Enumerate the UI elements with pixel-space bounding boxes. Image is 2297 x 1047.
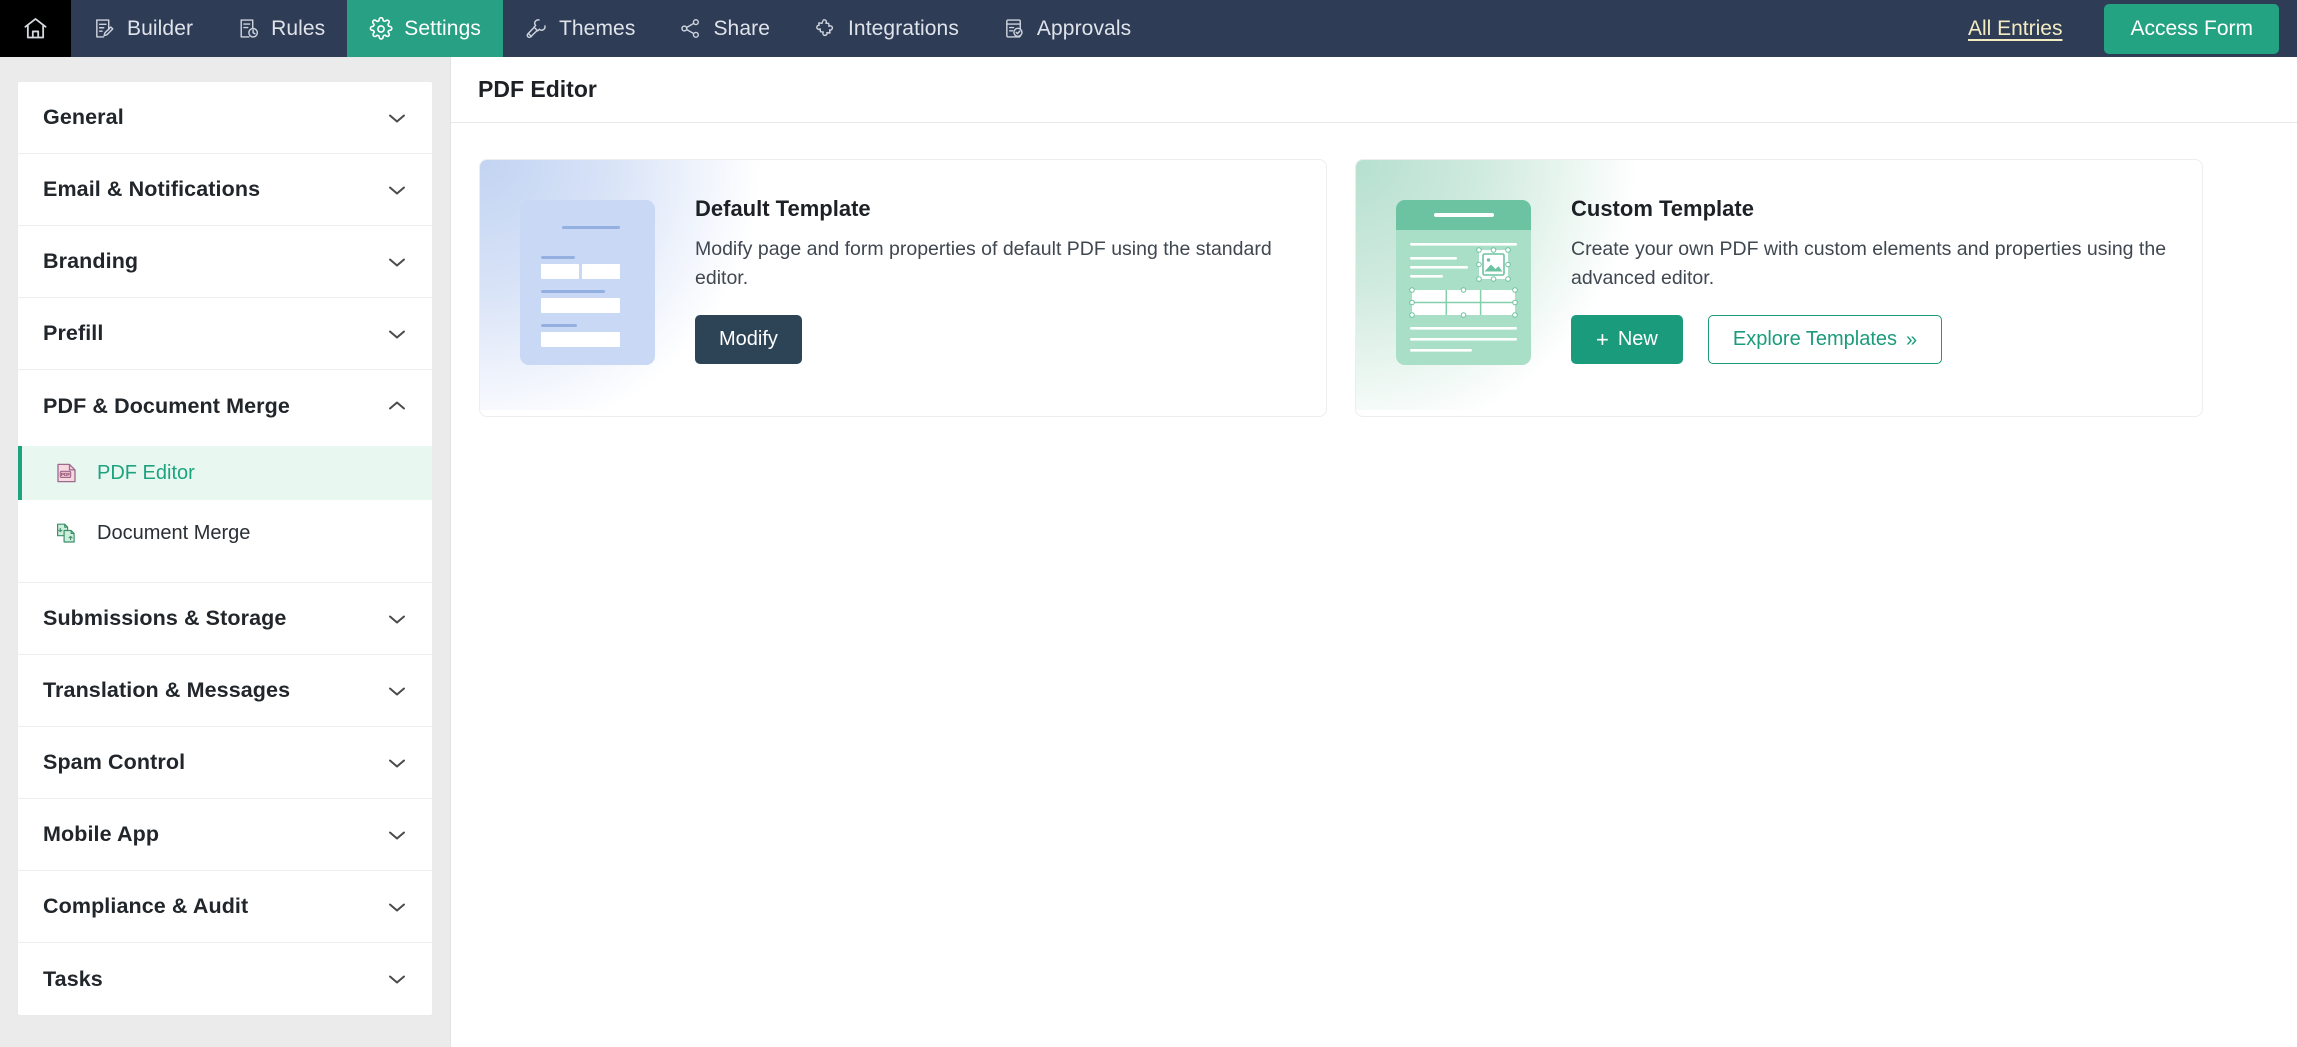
chevron-down-icon	[387, 901, 407, 913]
sidebar-section-prefill[interactable]: Prefill	[18, 298, 432, 370]
access-form-button[interactable]: Access Form	[2104, 3, 2279, 54]
nav-tab-approvals[interactable]: Approvals	[981, 0, 1153, 57]
plus-icon: +	[1596, 326, 1609, 352]
builder-icon	[93, 17, 116, 40]
paintbrush-icon	[525, 17, 548, 40]
nav-tab-label: Settings	[404, 16, 481, 40]
card-description: Modify page and form properties of defau…	[695, 238, 1272, 289]
nav-tab-settings[interactable]: Settings	[347, 0, 503, 57]
default-template-card: Default Template Modify page and form pr…	[479, 159, 1327, 417]
sidebar-section-label: Email & Notifications	[43, 177, 261, 201]
sidebar-section-label: Mobile App	[43, 822, 160, 846]
double-chevron-right-icon: »	[1906, 328, 1918, 351]
nav-tab-list: Builder Rules Settings Themes Share Inte…	[71, 0, 1153, 57]
default-template-body: Default Template Modify page and form pr…	[655, 196, 1296, 364]
sidebar-section-label: Translation & Messages	[43, 678, 291, 702]
page-header: PDF Editor	[451, 57, 2297, 123]
share-nodes-icon	[679, 17, 702, 40]
sidebar-panel: General Email & Notifications Branding P…	[17, 81, 433, 1016]
card-title: Custom Template	[1571, 196, 1754, 221]
sidebar-item-document-merge[interactable]: Document Merge	[18, 506, 432, 560]
main-content: PDF Editor Default Template Modify page …	[451, 57, 2297, 1047]
sidebar-section-label: Compliance & Audit	[43, 894, 249, 918]
sidebar-section-spam-control[interactable]: Spam Control	[18, 727, 432, 799]
sidebar-item-label: Document Merge	[97, 521, 251, 544]
sidebar-section-submissions-storage[interactable]: Submissions & Storage	[18, 583, 432, 655]
sidebar-section-email-notifications[interactable]: Email & Notifications	[18, 154, 432, 226]
nav-tab-integrations[interactable]: Integrations	[792, 0, 981, 57]
document-check-icon	[1003, 17, 1026, 40]
nav-tab-label: Rules	[271, 16, 326, 40]
chevron-down-icon	[387, 973, 407, 985]
chevron-down-icon	[387, 685, 407, 697]
default-template-thumbnail	[520, 200, 655, 365]
svg-text:PDF: PDF	[61, 472, 70, 477]
card-title: Default Template	[695, 196, 871, 221]
new-template-button-label: New	[1617, 328, 1658, 350]
settings-sidebar: General Email & Notifications Branding P…	[0, 57, 451, 1047]
chevron-down-icon	[387, 184, 407, 196]
home-button[interactable]	[0, 0, 71, 57]
custom-template-actions: + New Explore Templates »	[1571, 315, 2172, 364]
custom-template-card: Custom Template Create your own PDF with…	[1355, 159, 2203, 417]
pdf-file-icon: PDF	[51, 458, 81, 488]
chevron-down-icon	[387, 613, 407, 625]
explore-templates-button[interactable]: Explore Templates »	[1707, 315, 1943, 364]
top-navigation-bar: Builder Rules Settings Themes Share Inte…	[0, 0, 2297, 57]
nav-tab-label: Approvals	[1036, 16, 1132, 40]
custom-template-thumbnail	[1396, 200, 1531, 365]
modify-button[interactable]: Modify	[695, 315, 802, 364]
sidebar-section-branding[interactable]: Branding	[18, 226, 432, 298]
nav-tab-label: Builder	[127, 16, 194, 40]
chevron-down-icon	[387, 112, 407, 124]
sidebar-subitems: PDF PDF Editor Document Merge	[18, 442, 432, 583]
explore-templates-button-label: Explore Templates	[1732, 328, 1898, 350]
custom-template-body: Custom Template Create your own PDF with…	[1531, 196, 2172, 364]
nav-actions: All Entries Access Form	[1968, 0, 2297, 57]
default-template-actions: Modify	[695, 315, 1296, 364]
chevron-down-icon	[387, 256, 407, 268]
chevron-down-icon	[387, 328, 407, 340]
sidebar-section-label: Submissions & Storage	[43, 606, 287, 630]
card-description: Create your own PDF with custom elements…	[1571, 238, 2167, 289]
sidebar-item-label: PDF Editor	[97, 461, 195, 484]
chevron-down-icon	[387, 829, 407, 841]
sidebar-section-mobile-app[interactable]: Mobile App	[18, 799, 432, 871]
template-card-list: Default Template Modify page and form pr…	[451, 123, 2297, 417]
nav-tab-label: Themes	[558, 16, 636, 40]
sidebar-section-label: Prefill	[43, 321, 104, 345]
chevron-up-icon	[387, 400, 407, 412]
sidebar-item-pdf-editor[interactable]: PDF PDF Editor	[18, 446, 432, 500]
home-icon	[22, 15, 49, 42]
sidebar-section-label: General	[43, 105, 124, 129]
sidebar-section-label: Branding	[43, 249, 139, 273]
puzzle-piece-icon	[814, 17, 837, 40]
new-template-button[interactable]: + New	[1571, 315, 1683, 364]
app-body: General Email & Notifications Branding P…	[0, 57, 2297, 1047]
nav-tab-label: Share	[713, 16, 770, 40]
gear-icon	[369, 16, 393, 41]
sidebar-section-pdf-document-merge[interactable]: PDF & Document Merge	[18, 370, 432, 442]
nav-tab-rules[interactable]: Rules	[215, 0, 347, 57]
rules-icon	[237, 17, 260, 40]
nav-tab-builder[interactable]: Builder	[71, 0, 215, 57]
page-title: PDF Editor	[478, 76, 597, 102]
chevron-down-icon	[387, 757, 407, 769]
nav-tab-label: Integrations	[847, 16, 959, 40]
all-entries-link[interactable]: All Entries	[1968, 17, 2063, 41]
sidebar-section-compliance-audit[interactable]: Compliance & Audit	[18, 871, 432, 943]
nav-tab-themes[interactable]: Themes	[503, 0, 657, 57]
document-merge-icon	[51, 518, 81, 548]
sidebar-section-label: PDF & Document Merge	[43, 393, 290, 418]
sidebar-section-tasks[interactable]: Tasks	[18, 943, 432, 1015]
sidebar-section-label: Spam Control	[43, 750, 186, 774]
nav-tab-share[interactable]: Share	[657, 0, 792, 57]
sidebar-section-general[interactable]: General	[18, 82, 432, 154]
sidebar-section-translation-messages[interactable]: Translation & Messages	[18, 655, 432, 727]
sidebar-section-label: Tasks	[43, 966, 103, 991]
